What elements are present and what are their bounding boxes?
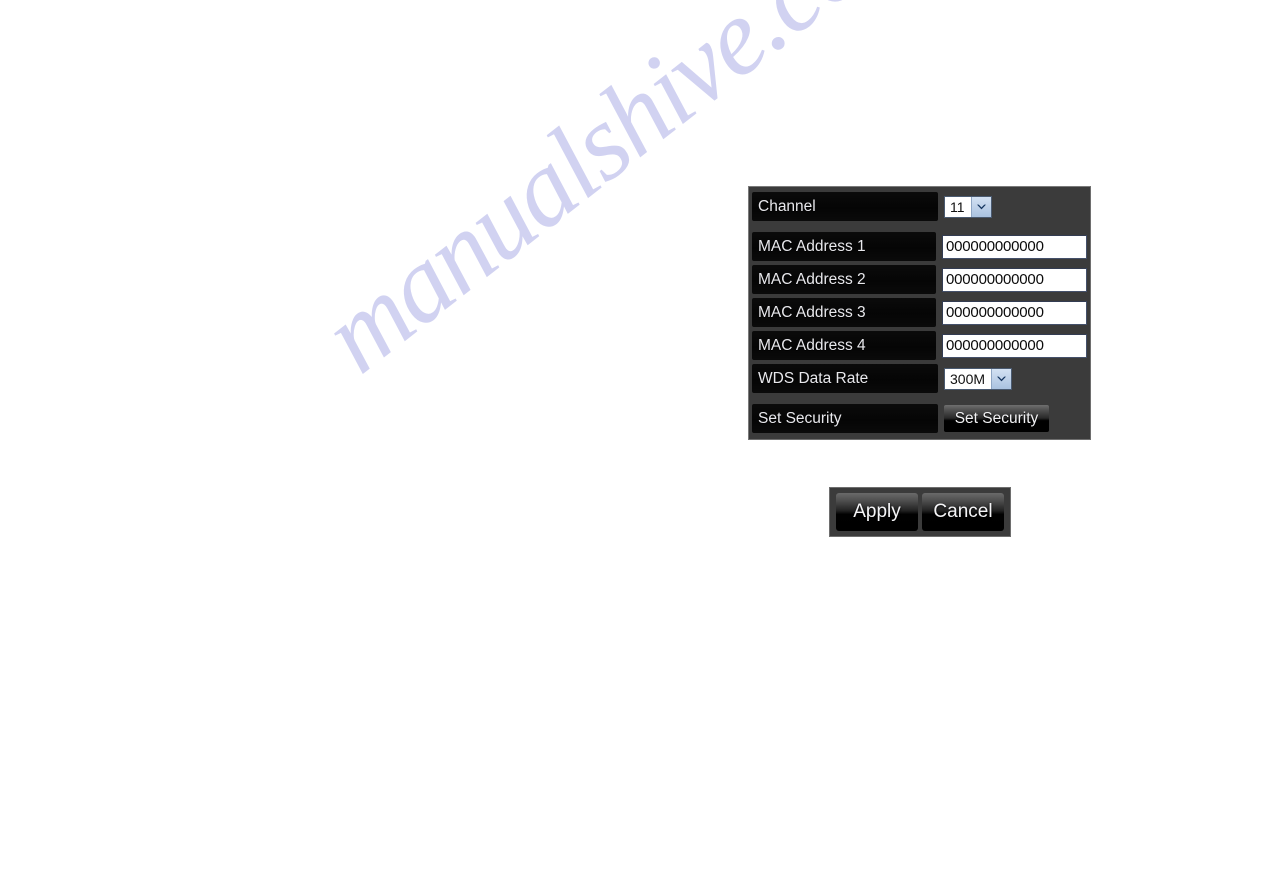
cancel-button[interactable]: Cancel bbox=[922, 493, 1004, 531]
label-wds-data-rate: WDS Data Rate bbox=[752, 364, 938, 393]
mac-address-2-input[interactable] bbox=[942, 267, 1087, 292]
value-channel: 11 bbox=[938, 192, 1087, 221]
value-wds-data-rate: 300M bbox=[938, 364, 1087, 393]
wds-data-rate-select-value: 300M bbox=[950, 370, 986, 387]
row-wds-data-rate: WDS Data Rate 300M bbox=[752, 363, 1087, 394]
mac-address-1-input[interactable] bbox=[942, 234, 1087, 259]
mac-address-3-input[interactable] bbox=[942, 300, 1087, 325]
value-mac-address-2 bbox=[936, 265, 1087, 294]
action-button-bar: Apply Cancel bbox=[829, 487, 1011, 537]
chevron-down-icon[interactable] bbox=[991, 368, 1012, 389]
label-mac-address-1: MAC Address 1 bbox=[752, 232, 936, 261]
label-mac-address-3: MAC Address 3 bbox=[752, 298, 936, 327]
row-mac-address-4: MAC Address 4 bbox=[752, 330, 1087, 361]
channel-select[interactable]: 11 bbox=[944, 195, 992, 218]
label-mac-address-2: MAC Address 2 bbox=[752, 265, 936, 294]
row-channel: Channel 11 bbox=[752, 191, 1087, 222]
value-mac-address-1 bbox=[936, 232, 1087, 261]
set-security-button[interactable]: Set Security bbox=[944, 405, 1049, 432]
row-mac-address-3: MAC Address 3 bbox=[752, 297, 1087, 328]
value-mac-address-3 bbox=[936, 298, 1087, 327]
row-mac-address-2: MAC Address 2 bbox=[752, 264, 1087, 295]
mac-address-4-input[interactable] bbox=[942, 333, 1087, 358]
row-mac-address-1: MAC Address 1 bbox=[752, 231, 1087, 262]
wds-settings-panel: Channel 11 MAC Address 1 MAC Address 2 bbox=[748, 186, 1091, 440]
value-mac-address-4 bbox=[936, 331, 1087, 360]
label-channel: Channel bbox=[752, 192, 938, 221]
chevron-down-icon[interactable] bbox=[970, 196, 991, 217]
row-set-security: Set Security Set Security bbox=[752, 403, 1087, 434]
apply-button[interactable]: Apply bbox=[836, 493, 918, 531]
channel-select-value: 11 bbox=[950, 198, 965, 215]
label-set-security: Set Security bbox=[752, 404, 938, 433]
value-set-security: Set Security bbox=[938, 404, 1087, 433]
wds-data-rate-select[interactable]: 300M bbox=[944, 367, 1013, 390]
label-mac-address-4: MAC Address 4 bbox=[752, 331, 936, 360]
